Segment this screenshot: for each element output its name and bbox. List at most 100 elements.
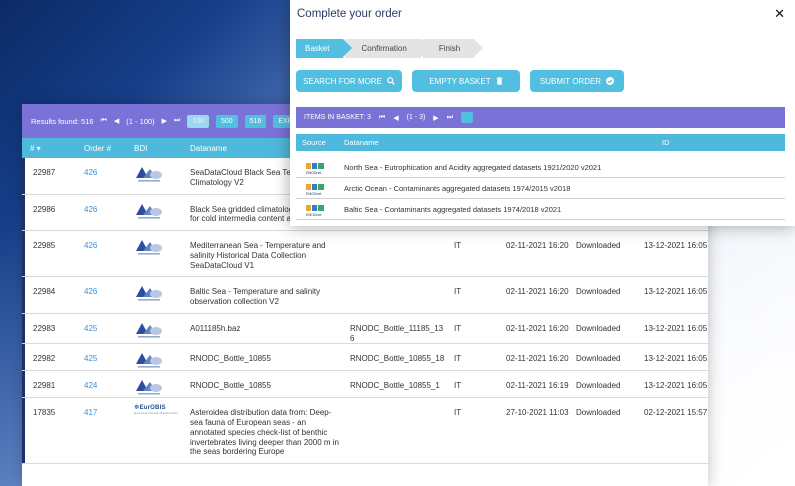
basket-item-name: Baltic Sea - Contaminants aggregated dat… [344, 204, 562, 214]
basket-item-source: EMODnet [296, 183, 344, 196]
row-dataname: RNODC_Bottle_10855 [190, 381, 271, 391]
row-status: Downloaded [576, 354, 621, 364]
table-row[interactable]: 17835 417 ☸EurOBIS European Ocean Biodivers… [22, 398, 708, 464]
emodnet-logo-icon: EMODnet [306, 162, 324, 175]
basket-item[interactable]: EMODnet Baltic Sea - Contaminants aggrega… [296, 199, 785, 220]
empty-basket-button[interactable]: EMPTY BASKET [412, 70, 520, 92]
basket-next-page-icon[interactable]: ▶ [433, 114, 438, 122]
column-bdi-header[interactable]: BDI [134, 144, 190, 153]
order-steps: Basket Confirmation Finish [296, 39, 484, 58]
row-country: IT [454, 323, 462, 333]
search-icon [387, 77, 395, 85]
column-id-header[interactable]: # ▾ [22, 144, 80, 153]
basket-first-page-icon[interactable]: ⏮ [379, 114, 385, 122]
seadatacloud-logo-icon [136, 286, 162, 301]
row-local-name [350, 398, 454, 463]
basket-item[interactable]: EMODnet Arctic Ocean - Contaminants aggre… [296, 178, 785, 199]
row-updated: 13-12-2021 16:05 [644, 323, 708, 333]
table-row[interactable]: 22985 426 Mediterranean Sea - Temperature … [22, 231, 708, 278]
basket-column-dataname: Dataname [344, 138, 379, 147]
step-basket[interactable]: Basket [296, 39, 354, 58]
row-order-link[interactable]: 426 [80, 195, 134, 231]
row-bdi [134, 231, 190, 276]
row-order-link[interactable]: 424 [80, 371, 134, 397]
row-order-link[interactable]: 425 [80, 314, 134, 344]
row-id: 22982 [22, 344, 80, 371]
column-order-header[interactable]: Order # [80, 144, 134, 153]
row-updated: 02-12-2021 15:57 [644, 408, 708, 418]
page-size-516-button[interactable]: 516 [244, 114, 267, 128]
basket-item-name: North Sea - Eutrophication and Acidity a… [344, 162, 602, 172]
row-id: 22986 [22, 194, 80, 230]
row-id: 22981 [22, 371, 80, 398]
row-bdi [134, 371, 190, 397]
row-updated: 13-12-2021 16:05 [644, 381, 708, 391]
items-in-basket-label: ITEMS IN BASKET: 3 [304, 114, 371, 121]
submit-order-button[interactable]: SUBMIT ORDER [530, 70, 624, 92]
row-order-link[interactable]: 426 [80, 158, 134, 194]
basket-column-source: Source [302, 138, 326, 147]
row-bdi [134, 277, 190, 313]
row-created: 02-11-2021 16:20 [506, 354, 569, 364]
close-icon[interactable]: ✕ [774, 6, 785, 22]
row-order-link[interactable]: 417 [80, 398, 134, 463]
row-order-link[interactable]: 425 [80, 344, 134, 370]
last-page-icon[interactable]: ⏭ [174, 117, 180, 125]
row-order-link[interactable]: 426 [80, 277, 134, 313]
modal-title: Complete your order [297, 8, 402, 20]
next-page-icon[interactable]: ▶ [162, 117, 167, 125]
basket-page-range: (1 - 3) [406, 114, 426, 121]
check-circle-icon [606, 77, 615, 85]
row-status: Downloaded [576, 241, 621, 250]
row-local-name [350, 277, 454, 313]
step-confirmation[interactable]: Confirmation [345, 39, 431, 58]
basket-item[interactable]: EMODnet North Sea - Eutrophication and Ac… [296, 157, 785, 178]
row-local-name: RNODC_Bottle_11185_13 6 [350, 323, 444, 343]
table-row[interactable]: 22983 425 A011185h.baz RNODC_Bottle_11185_1… [22, 313, 708, 345]
prev-page-icon[interactable]: ◀ [114, 117, 119, 125]
basket-item-source: EMODnet [296, 204, 344, 217]
basket-table-header: Source Dataname ID [296, 134, 785, 151]
row-created: 02-11-2021 16:20 [506, 323, 569, 333]
basket-page-button[interactable] [461, 112, 473, 123]
basket-toolbar: ITEMS IN BASKET: 3 ⏮ ◀ (1 - 3) ▶ ⏭ [296, 107, 785, 128]
row-status: Downloaded [576, 287, 621, 297]
basket-last-page-icon[interactable]: ⏭ [447, 114, 453, 122]
page-size-100-button[interactable]: 100 [187, 114, 209, 128]
row-dataname: A011185h.baz [190, 323, 241, 333]
table-row[interactable]: 22981 424 RNODC_Bottle_10855 RNODC_Bottle_1… [22, 371, 708, 399]
seadatacloud-logo-icon [136, 322, 162, 338]
table-row[interactable]: 22984 426 Baltic Sea - Temperature and sal… [22, 277, 708, 314]
basket-actions: SEARCH FOR MORE EMPTY BASKET SUBMIT ORDE… [296, 70, 624, 92]
basket-item-name: Arctic Ocean - Contaminants aggregated d… [344, 183, 571, 193]
submit-order-label: SUBMIT ORDER [539, 76, 602, 86]
seadatacloud-logo-icon [136, 203, 162, 219]
row-bdi [134, 195, 190, 231]
row-created: 02-11-2021 16:20 [506, 287, 569, 297]
first-page-icon[interactable]: ⏮ [101, 117, 107, 125]
empty-basket-label: EMPTY BASKET [429, 76, 491, 86]
row-id: 22985 [22, 231, 80, 277]
complete-order-modal: Complete your order ✕ Basket Confirmatio… [290, 0, 795, 226]
basket-item-source: EMODnet [296, 162, 344, 175]
row-bdi: ☸EurOBIS European Ocean Biodiversity [134, 398, 190, 463]
row-local-name: RNODC_Bottle_10855_1 [350, 381, 440, 391]
basket-list: EMODnet North Sea - Eutrophication and Ac… [296, 157, 785, 220]
page-size-500-button[interactable]: 500 [216, 114, 238, 128]
row-dataname: RNODC_Bottle_10855 [190, 354, 271, 364]
seadatacloud-logo-icon [136, 240, 162, 255]
row-updated: 13-12-2021 16:05 [644, 287, 708, 297]
step-finish[interactable]: Finish [422, 39, 484, 58]
trash-icon [496, 77, 502, 85]
row-order-link[interactable]: 426 [80, 231, 134, 276]
search-for-more-button[interactable]: SEARCH FOR MORE [296, 70, 402, 92]
row-bdi [134, 344, 190, 370]
row-country: IT [454, 408, 462, 418]
row-status: Downloaded [576, 323, 621, 333]
search-for-more-label: SEARCH FOR MORE [303, 76, 382, 86]
basket-prev-page-icon[interactable]: ◀ [393, 114, 398, 122]
table-row[interactable]: 22982 425 RNODC_Bottle_10855 RNODC_Bottle_1… [22, 344, 708, 372]
row-created: 02-11-2021 16:19 [506, 381, 569, 391]
row-id: 22983 [22, 313, 80, 344]
row-dataname: Baltic Sea - Temperature and salinity ob… [190, 287, 321, 306]
